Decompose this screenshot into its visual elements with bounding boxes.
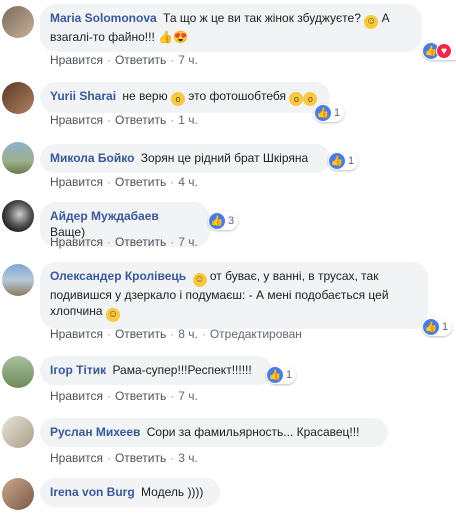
reply-link[interactable]: Ответить [115, 327, 166, 341]
smile-emoji-icon: ☺ [364, 15, 379, 29]
avatar[interactable] [2, 200, 34, 232]
timestamp[interactable]: 4 ч. [178, 175, 198, 189]
reactions-count[interactable]: 👍 1 [266, 366, 297, 384]
comment-text: Та що ж це ви так жінок збуджуєте? [163, 11, 361, 25]
love-reaction-icon: ♥ [436, 43, 452, 59]
comment-actions: Нравится · Ответить · 4 ч. [50, 175, 198, 189]
comment-bubble: Maria Solomonova Та що ж це ви так жінок… [40, 4, 422, 52]
comment-bubble: Irena von Burg Модель )))) [40, 478, 220, 507]
comment-bubble: Микола Бойко Зорян це рідний брат Шкірян… [40, 144, 330, 173]
like-link[interactable]: Нравится [50, 235, 103, 249]
like-link[interactable]: Нравится [50, 113, 103, 127]
comment-actions: Нравится · Ответить · 8 ч. · Отредактирован [50, 327, 302, 341]
author-name[interactable]: Maria Solomonova [50, 11, 157, 25]
comment-actions: Нравится · Ответить · 1 ч. [50, 113, 198, 127]
comment-text: Сори за фамильярность... Красавец!!! [146, 425, 360, 439]
like-reaction-icon: 👍 [329, 153, 345, 169]
reply-link[interactable]: Ответить [115, 53, 166, 67]
comment-actions: Нравится · Ответить · 7 ч. [50, 389, 198, 403]
reactions-count[interactable]: 👍 1 [328, 152, 359, 170]
comment-text: Модель )))) [141, 485, 204, 499]
author-name[interactable]: Yurii Sharai [50, 89, 116, 103]
like-link[interactable]: Нравится [50, 451, 103, 465]
emoji-trail: 👍😍 [158, 30, 189, 44]
avatar[interactable] [2, 478, 34, 510]
like-reaction-icon: 👍 [267, 367, 283, 383]
avatar[interactable] [2, 356, 34, 388]
avatar[interactable] [2, 142, 34, 174]
comment-text: Зорян це рідний брат Шкіряна [140, 151, 309, 165]
author-name[interactable]: Микола Бойко [50, 151, 134, 165]
avatar[interactable] [2, 264, 34, 296]
avatar[interactable] [2, 82, 34, 114]
reactions-count[interactable]: 👍 3 [208, 212, 239, 230]
comment-text: Рама-супер!!!Респект!!!!!! [112, 363, 252, 377]
like-link[interactable]: Нравится [50, 389, 103, 403]
smile-emoji-icon: ☺ [105, 308, 120, 322]
timestamp[interactable]: 3 ч. [178, 451, 198, 465]
like-reaction-icon: 👍 [209, 213, 225, 229]
timestamp[interactable]: 8 ч. [178, 327, 198, 341]
like-link[interactable]: Нравится [50, 53, 103, 67]
reactions-count[interactable]: 👍 1 [422, 318, 453, 336]
reply-link[interactable]: Ответить [115, 113, 166, 127]
reply-link[interactable]: Ответить [115, 451, 166, 465]
comment-actions: Нравится · Ответить · 7 ч. [50, 53, 198, 67]
reactions-count[interactable]: 👍 1 [314, 104, 345, 122]
author-name[interactable]: Руслан Михеев [50, 425, 140, 439]
timestamp[interactable]: 7 ч. [178, 389, 198, 403]
comment-actions: Нравится · Ответить · 3 ч. [50, 451, 198, 465]
like-reaction-icon: 👍 [315, 105, 331, 121]
like-link[interactable]: Нравится [50, 175, 103, 189]
comment-bubble: Ігор Тітик Рама-супер!!!Респект!!!!!! [40, 356, 272, 385]
timestamp[interactable]: 7 ч. [178, 53, 198, 67]
like-link[interactable]: Нравится [50, 327, 103, 341]
timestamp[interactable]: 1 ч. [178, 113, 198, 127]
edited-label[interactable]: Отредактирован [210, 327, 302, 341]
smile-emoji-icon: ☺ [192, 273, 207, 287]
avatar[interactable] [2, 416, 34, 448]
comment-bubble: Yurii Sharai не верю o это фотошобтебя o… [40, 82, 330, 113]
wow-emoji-icon: o [303, 92, 318, 106]
comment-text: это фотошобтебя [188, 89, 287, 103]
reply-link[interactable]: Ответить [115, 389, 166, 403]
wow-emoji-icon: o [289, 92, 304, 106]
author-name[interactable]: Айдер Муждабаев [50, 209, 159, 223]
comment-text: не верю [122, 89, 168, 103]
avatar[interactable] [2, 6, 34, 38]
author-name[interactable]: Irena von Burg [50, 485, 135, 499]
comment-bubble: Руслан Михеев Сори за фамильярность... К… [40, 418, 388, 447]
author-name[interactable]: Ігор Тітик [50, 363, 106, 377]
comment-bubble: Олександер Кролівець ☺ от буває, у ванні… [40, 262, 428, 329]
reply-link[interactable]: Ответить [115, 175, 166, 189]
comment-actions: Нравится · Ответить · 7 ч. [50, 235, 198, 249]
author-name[interactable]: Олександер Кролівець [50, 269, 186, 283]
reply-link[interactable]: Ответить [115, 235, 166, 249]
reactions-count[interactable]: 👍 ♥ 16 [422, 42, 456, 60]
wow-emoji-icon: o [170, 92, 185, 106]
like-reaction-icon: 👍 [423, 319, 439, 335]
timestamp[interactable]: 7 ч. [178, 235, 198, 249]
